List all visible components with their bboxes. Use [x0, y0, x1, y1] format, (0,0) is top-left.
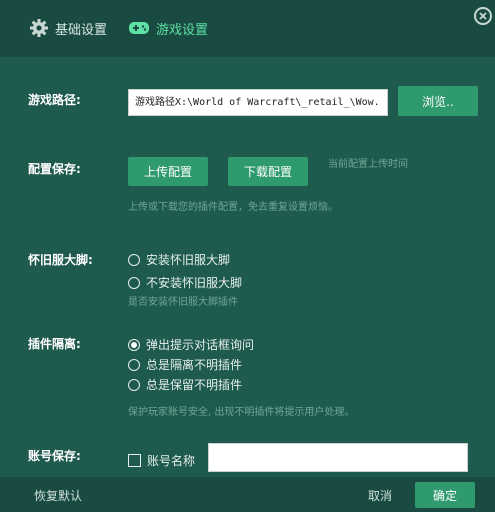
tab-basic-settings[interactable]: 基础设置 — [29, 16, 107, 40]
account-name-checkbox-option[interactable]: 账号名称 — [128, 452, 195, 469]
isolation-always-isolate-label: 总是隔离不明插件 — [146, 358, 243, 372]
close-icon — [479, 12, 487, 20]
isolation-always-keep-option[interactable]: 总是保留不明插件 — [128, 376, 242, 393]
addon-isolation-label: 插件隔离: — [28, 337, 81, 351]
game-path-input[interactable]: 游戏路径X:\World of Warcraft\_retail_\Wow. — [128, 89, 388, 116]
classic-label: 怀旧服大脚: — [28, 253, 93, 267]
tab-bar: 基础设置 游戏设置 — [0, 0, 495, 57]
tab-basic-label: 基础设置 — [55, 22, 108, 38]
game-path-label: 游戏路径: — [28, 93, 81, 107]
classic-description: 是否安装怀旧服大脚插件 — [128, 297, 238, 308]
account-name-label: 账号名称 — [147, 454, 196, 468]
download-config-button[interactable]: 下载配置 — [228, 157, 308, 186]
last-upload-time: 当前配置上传时间 — [328, 159, 408, 170]
gamepad-icon — [128, 20, 150, 36]
config-save-label: 配置保存: — [28, 162, 81, 176]
tab-game-label: 游戏设置 — [156, 22, 209, 38]
classic-install-label: 安装怀旧服大脚 — [146, 253, 231, 267]
config-save-description: 上传或下载您的插件配置，免去重复设置烦恼。 — [128, 202, 338, 213]
gear-icon — [29, 18, 49, 38]
ok-button[interactable]: 确定 — [415, 482, 475, 508]
classic-install-option[interactable]: 安装怀旧服大脚 — [128, 251, 230, 268]
footer-bar: 恢复默认 取消 确定 — [0, 477, 495, 512]
isolation-ask-option[interactable]: 弹出提示对话框询问 — [128, 336, 254, 353]
browse-button[interactable]: 浏览.. — [398, 86, 478, 116]
checkbox[interactable] — [128, 454, 141, 467]
account-name-input[interactable] — [208, 443, 468, 472]
isolation-ask-label: 弹出提示对话框询问 — [146, 338, 255, 352]
cancel-button[interactable]: 取消 — [368, 487, 392, 504]
tab-game-settings[interactable]: 游戏设置 — [128, 16, 208, 40]
radio-button[interactable] — [128, 253, 140, 266]
close-button[interactable] — [474, 7, 492, 25]
radio-button[interactable] — [128, 378, 140, 391]
radio-button-selected[interactable] — [128, 338, 140, 351]
classic-no-install-label: 不安装怀旧服大脚 — [146, 276, 243, 290]
isolation-always-keep-label: 总是保留不明插件 — [146, 378, 243, 392]
isolation-always-isolate-option[interactable]: 总是隔离不明插件 — [128, 356, 242, 373]
addon-isolation-description: 保护玩家账号安全, 出现不明插件将提示用户处理。 — [128, 407, 355, 418]
classic-no-install-option[interactable]: 不安装怀旧服大脚 — [128, 274, 242, 291]
account-save-label: 账号保存: — [28, 449, 81, 463]
restore-defaults-link[interactable]: 恢复默认 — [34, 487, 82, 504]
upload-config-button[interactable]: 上传配置 — [128, 157, 208, 186]
radio-button[interactable] — [128, 358, 140, 371]
radio-button[interactable] — [128, 276, 140, 289]
